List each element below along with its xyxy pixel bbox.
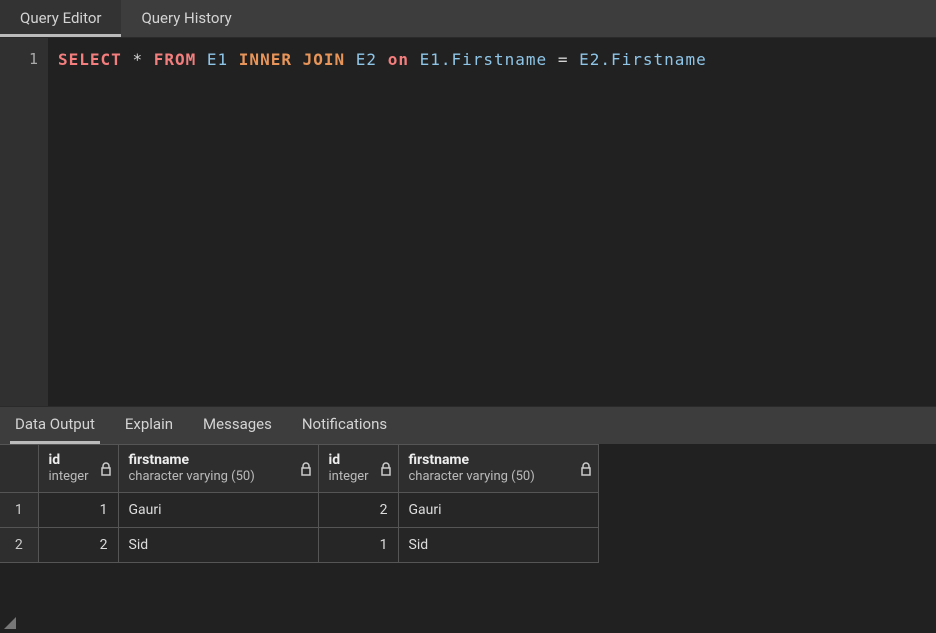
operator-equals: = xyxy=(558,50,569,69)
corner-cell[interactable] xyxy=(0,445,38,493)
keyword-on: on xyxy=(388,50,409,69)
cell[interactable]: Gauri xyxy=(398,493,598,528)
output-tabs: Data Output Explain Messages Notificatio… xyxy=(0,406,936,444)
line-number: 1 xyxy=(0,50,38,68)
code-content[interactable]: SELECT * FROM E1 INNER JOIN E2 on E1.Fir… xyxy=(48,38,936,406)
cell[interactable]: 1 xyxy=(38,493,118,528)
column-header-firstname-2[interactable]: firstname character varying (50) xyxy=(398,445,598,493)
keyword-select: SELECT xyxy=(58,50,122,69)
column-header-id-2[interactable]: id integer xyxy=(318,445,398,493)
identifier-e1firstname: E1.Firstname xyxy=(420,50,548,69)
cell[interactable]: 2 xyxy=(318,493,398,528)
keyword-inner: INNER xyxy=(239,50,292,69)
tab-explain[interactable]: Explain xyxy=(120,407,178,444)
row-number[interactable]: 1 xyxy=(0,493,38,528)
identifier-e2: E2 xyxy=(356,50,377,69)
column-header-firstname-1[interactable]: firstname character varying (50) xyxy=(118,445,318,493)
column-type: character varying (50) xyxy=(129,469,308,486)
lock-icon xyxy=(580,462,592,476)
identifier-e2firstname: E2.Firstname xyxy=(579,50,707,69)
tab-query-editor[interactable]: Query Editor xyxy=(0,0,121,37)
cell[interactable]: Sid xyxy=(118,528,318,563)
results-pane: id integer firstname character varying (… xyxy=(0,444,936,633)
sql-editor[interactable]: 1 SELECT * FROM E1 INNER JOIN E2 on E1.F… xyxy=(0,38,936,406)
lock-icon xyxy=(380,462,392,476)
cell[interactable]: Gauri xyxy=(118,493,318,528)
editor-tabs: Query Editor Query History xyxy=(0,0,936,38)
identifier-e1: E1 xyxy=(207,50,228,69)
lock-icon xyxy=(300,462,312,476)
line-gutter: 1 xyxy=(0,38,48,406)
tab-query-history[interactable]: Query History xyxy=(121,0,251,37)
column-name: firstname xyxy=(409,451,588,469)
triangle-icon xyxy=(4,617,16,629)
row-number[interactable]: 2 xyxy=(0,528,38,563)
tab-messages[interactable]: Messages xyxy=(198,407,277,444)
cell[interactable]: 2 xyxy=(38,528,118,563)
results-table[interactable]: id integer firstname character varying (… xyxy=(0,444,599,563)
lock-icon xyxy=(100,462,112,476)
column-type: character varying (50) xyxy=(409,469,588,486)
tab-notifications[interactable]: Notifications xyxy=(297,407,392,444)
tab-data-output[interactable]: Data Output xyxy=(10,407,100,444)
keyword-join: JOIN xyxy=(303,50,346,69)
cell[interactable]: Sid xyxy=(398,528,598,563)
keyword-from: FROM xyxy=(154,50,197,69)
column-header-id-1[interactable]: id integer xyxy=(38,445,118,493)
token-star: * xyxy=(132,50,143,69)
cell[interactable]: 1 xyxy=(318,528,398,563)
table-row[interactable]: 2 2 Sid 1 Sid xyxy=(0,528,598,563)
table-row[interactable]: 1 1 Gauri 2 Gauri xyxy=(0,493,598,528)
column-name: firstname xyxy=(129,451,308,469)
